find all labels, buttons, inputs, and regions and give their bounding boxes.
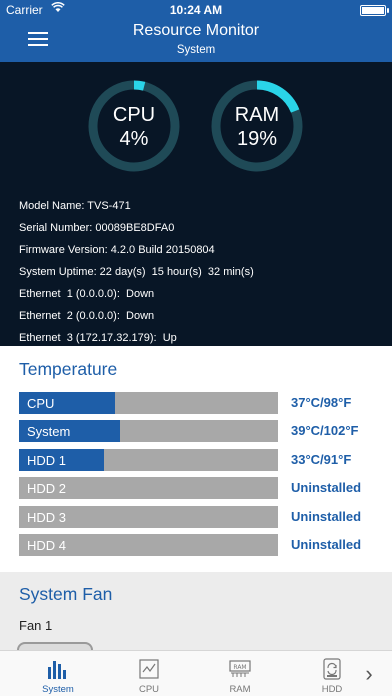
temp-value: Uninstalled — [291, 509, 362, 524]
temp-row-hdd4: HDD 4 Uninstalled — [19, 534, 391, 556]
ram-gauge-label: RAM — [234, 104, 280, 126]
temp-value: 33°C/91°F — [291, 452, 352, 467]
cpu-gauge-value: 4% — [119, 128, 149, 150]
bar-chart-icon — [48, 661, 66, 679]
system-overview-panel: CPU 4% RAM 19% Model Name: TVS-471 Seria… — [0, 62, 392, 346]
info-ethernet-1: Ethernet 1 (0.0.0.0): Down — [19, 288, 155, 300]
navigation-header: Carrier 10:24 AM Resource Monitor System — [0, 0, 392, 62]
page-subtitle: System — [176, 44, 216, 56]
chevron-right-icon[interactable]: › — [356, 661, 382, 687]
info-system-uptime: System Uptime: 22 day(s) 15 hour(s) 32 m… — [19, 266, 254, 278]
temp-bar-label: CPU — [27, 396, 55, 411]
cpu-chip-icon — [139, 659, 159, 679]
fan-1-label: Fan 1 — [19, 618, 53, 633]
tab-system[interactable]: System — [23, 651, 93, 696]
temp-value: 37°C/98°F — [291, 395, 352, 410]
temp-bar-label: HDD 4 — [27, 538, 67, 553]
tab-label: System — [42, 684, 74, 695]
cpu-gauge-label: CPU — [112, 104, 156, 126]
temp-bar-label: HDD 2 — [27, 481, 67, 496]
ram-gauge: RAM 19% — [211, 80, 303, 172]
temp-row-hdd1: HDD 1 33°C/91°F — [19, 449, 391, 471]
tab-cpu[interactable]: CPU — [114, 651, 184, 696]
info-ethernet-2: Ethernet 2 (0.0.0.0): Down — [19, 310, 155, 322]
temp-row-hdd3: HDD 3 Uninstalled — [19, 506, 391, 528]
temp-bar-label: System — [27, 424, 71, 439]
page-title: Resource Monitor — [132, 22, 260, 39]
info-firmware-version: Firmware Version: 4.2.0 Build 20150804 — [19, 244, 215, 256]
system-fan-title: System Fan — [19, 584, 113, 604]
ram-module-icon: RAM — [229, 660, 251, 677]
temp-row-hdd2: HDD 2 Uninstalled — [19, 477, 391, 499]
temp-bar-label: HDD 3 — [27, 510, 67, 525]
temp-bar: HDD 4 — [19, 534, 278, 556]
temperature-title: Temperature — [19, 359, 118, 379]
temp-row-system: System 39°C/102°F — [19, 420, 391, 442]
temp-bar: HDD 3 — [19, 506, 278, 528]
temp-bar-label: HDD 1 — [27, 453, 67, 468]
tab-ram[interactable]: RAM RAM — [205, 651, 275, 696]
cpu-gauge: CPU 4% — [88, 80, 180, 172]
bottom-tab-bar: System CPU RAM RAM HDD › — [0, 650, 392, 696]
temp-row-cpu: CPU 37°C/98°F — [19, 392, 391, 414]
ram-gauge-value: 19% — [236, 128, 278, 150]
temp-value: Uninstalled — [291, 537, 362, 552]
temp-bar: HDD 1 — [19, 449, 278, 471]
temp-value: Uninstalled — [291, 480, 362, 495]
hard-drive-icon — [323, 658, 341, 680]
svg-text:RAM: RAM — [233, 664, 246, 671]
status-time: 10:24 AM — [169, 3, 223, 17]
tab-label: CPU — [138, 684, 160, 695]
tab-label: RAM — [229, 684, 251, 695]
temperature-section: Temperature CPU 37°C/98°F System 39°C/10… — [0, 346, 392, 572]
system-info-list: Model Name: TVS-471 Serial Number: 00089… — [19, 195, 254, 349]
info-serial-number: Serial Number: 00089BE8DFA0 — [19, 222, 175, 234]
temp-value: 39°C/102°F — [291, 423, 359, 438]
system-fan-section: System Fan Fan 1 — [0, 572, 392, 652]
battery-icon — [360, 5, 389, 16]
temp-bar: CPU — [19, 392, 278, 414]
status-bar: Carrier 10:24 AM — [0, 0, 392, 20]
info-model-name: Model Name: TVS-471 — [19, 200, 131, 212]
temp-bar: HDD 2 — [19, 477, 278, 499]
temp-bar: System — [19, 420, 278, 442]
